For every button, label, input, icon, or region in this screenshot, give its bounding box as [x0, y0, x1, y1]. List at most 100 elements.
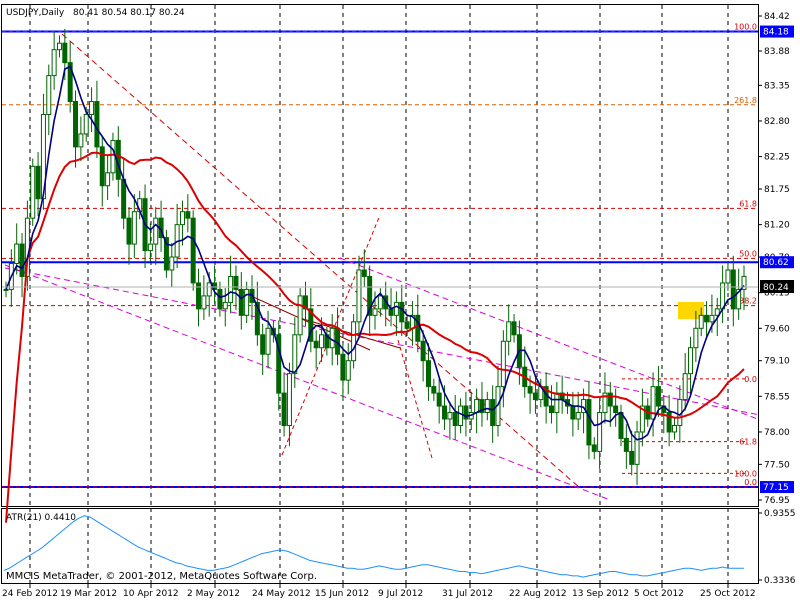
chart-window: 100.0 261.8 61.8 50.0 38.2 0.0 0.0 61.8 100.0 84… [0, 0, 800, 600]
fib-level-label: 38.2 [739, 297, 757, 306]
atr-axis: 0.9355 0.3336 [758, 509, 796, 586]
candle-body [671, 424, 677, 433]
candle-body [131, 211, 137, 245]
candle-body [586, 399, 592, 446]
candle-body [377, 295, 383, 310]
candle-body [179, 211, 185, 226]
candle-body [121, 178, 127, 219]
candle-body [490, 399, 496, 426]
x-tick-label: 25 Oct 2012 [700, 589, 756, 599]
candle-body [436, 392, 442, 407]
y-tick-label: 76.95 [764, 496, 790, 506]
x-tick-label: 10 Apr 2012 [123, 589, 179, 599]
fib-level-label: 61.8 [739, 199, 757, 208]
candle-body [94, 101, 100, 148]
candle-body [415, 314, 421, 342]
level-tag-label: 80.62 [763, 258, 789, 268]
y-tick-label: 78.55 [764, 392, 790, 402]
chart-symbol-title: USDJPY,Daily [6, 8, 65, 18]
candle-body [458, 405, 464, 426]
candle-body [420, 340, 426, 362]
price-chart[interactable]: 100.0 261.8 61.8 50.0 38.2 0.0 0.0 61.8 100.0 84… [0, 0, 800, 600]
candle-body [447, 412, 453, 420]
candle-body [286, 373, 292, 426]
x-tick-label: 31 Jul 2012 [442, 589, 493, 599]
candle-body [313, 340, 319, 349]
candle-body [105, 172, 111, 187]
candle-body [46, 75, 52, 115]
candle-body [425, 360, 431, 388]
candle-body [634, 431, 640, 465]
candle-body [35, 165, 41, 200]
candle-body [693, 327, 699, 349]
candle-body [351, 321, 357, 362]
candle-body [217, 288, 223, 310]
level-tag-label: 84.18 [763, 28, 789, 38]
time-axis: 24 Feb 2012 19 Mar 2012 10 Apr 2012 2 May 2… [2, 584, 756, 599]
x-tick-label: 2 May 2012 [187, 589, 240, 599]
x-tick-label: 24 Feb 2012 [2, 589, 58, 599]
atr-y-tick-label: 0.3336 [764, 576, 796, 586]
x-tick-label: 22 Aug 2012 [509, 589, 567, 599]
fib-level-label: 0.0 [744, 478, 757, 487]
candle-body [153, 217, 159, 245]
candle-body [554, 392, 560, 414]
candle-body [484, 399, 490, 414]
y-tick-label: 84.42 [764, 12, 790, 22]
atr-indicator-label: ATR(21) 0.4410 [6, 513, 76, 523]
candle-body [709, 314, 715, 323]
candle-body [340, 353, 346, 381]
candle-body [613, 405, 619, 414]
candle-body [281, 392, 287, 426]
copyright-text: MMCIS MetaTrader, © 2001-2012, MetaQuote… [6, 571, 317, 582]
candle-body [388, 308, 394, 316]
fib-small-level-label: 61.8 [739, 438, 757, 447]
last-price-tag: 80.24 [760, 280, 794, 293]
candle-body [356, 269, 362, 323]
y-tick-label: 79.10 [764, 357, 790, 367]
candle-body [442, 405, 448, 420]
candle-body [506, 321, 512, 342]
candle-body [228, 275, 234, 303]
candle-body [361, 269, 367, 277]
candle-body [393, 301, 399, 316]
candle-body [532, 392, 538, 401]
candle-body [201, 295, 207, 310]
candle-body [655, 386, 661, 407]
y-tick-label: 83.88 [764, 47, 790, 57]
candle-body [618, 412, 624, 439]
candle-body [511, 321, 517, 336]
y-tick-label: 81.20 [764, 221, 790, 231]
candle-body [14, 243, 20, 265]
candle-body [452, 412, 458, 426]
candle-body [629, 450, 635, 465]
atr-y-tick-label: 0.9355 [764, 509, 796, 519]
candle-body [3, 288, 9, 291]
candle-body [399, 301, 405, 323]
x-tick-label: 13 Sep 2012 [572, 589, 629, 599]
candle-body [607, 392, 613, 407]
candle-body [265, 327, 271, 355]
candle-body [56, 42, 62, 51]
candle-body [292, 334, 298, 375]
candle-body [62, 42, 68, 64]
x-tick-label: 19 Mar 2012 [60, 589, 117, 599]
candle-body [474, 399, 480, 414]
fib-small-level-label: 0.0 [744, 375, 757, 384]
last-price-label: 80.24 [763, 283, 789, 293]
candle-body [575, 412, 581, 420]
candle-body [297, 295, 303, 336]
candle-body [73, 101, 79, 148]
y-tick-label: 81.75 [764, 185, 790, 195]
candle-body [345, 360, 351, 381]
candle-body [126, 217, 132, 245]
chart-ohlc-values: 80.41 80.54 80.17 80.24 [73, 8, 185, 18]
candle-body [244, 288, 250, 316]
fib-small-level-label: 100.0 [734, 469, 757, 478]
candle-body [89, 101, 95, 115]
y-tick-label: 83.35 [764, 81, 790, 91]
candle-body [206, 282, 212, 297]
x-tick-label: 9 Jul 2012 [378, 589, 423, 599]
y-tick-label: 79.60 [764, 324, 790, 334]
candle-body [190, 217, 196, 284]
